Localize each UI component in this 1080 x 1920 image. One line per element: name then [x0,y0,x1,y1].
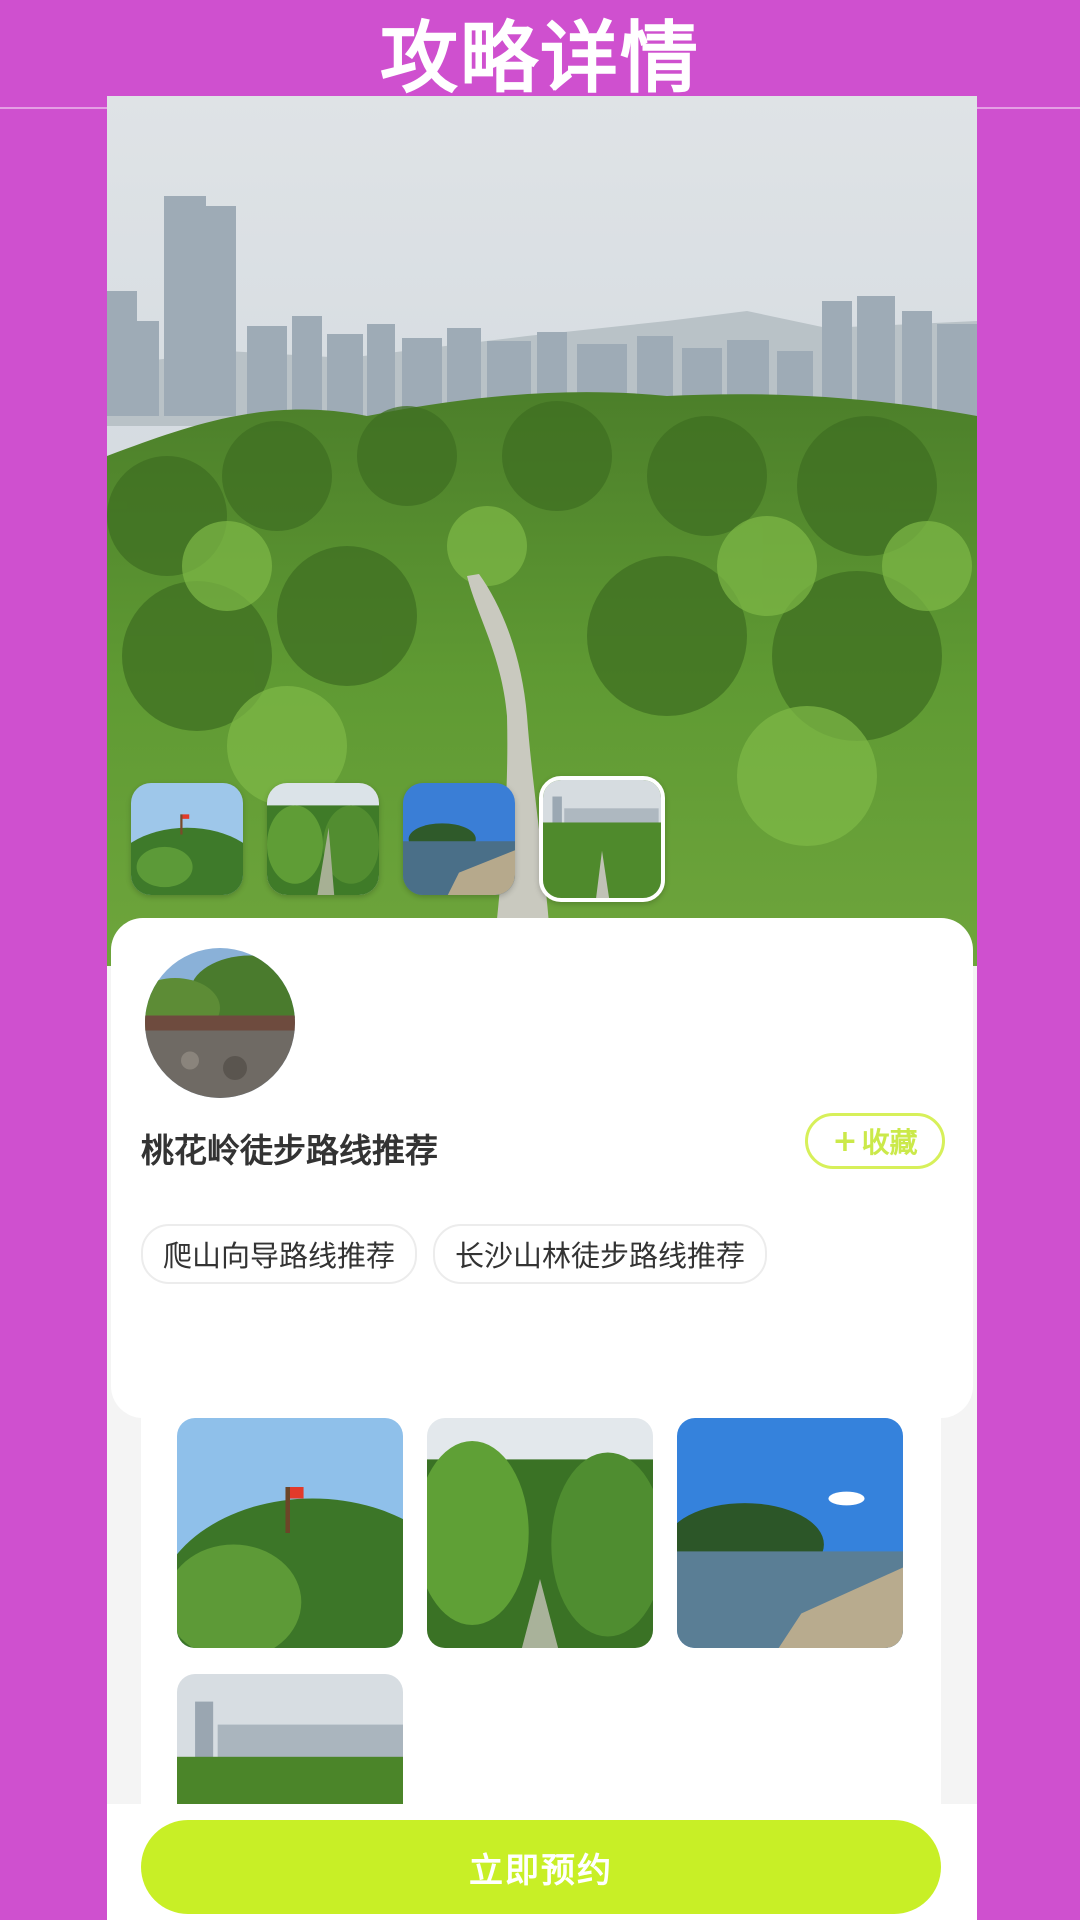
thumbnail-3[interactable] [403,783,515,895]
gallery-image-2[interactable] [427,1418,653,1648]
hero-image[interactable] [107,96,977,966]
route-title: 桃花岭徒步路线推荐 [141,1131,438,1170]
thumbnail-strip [131,776,665,902]
book-now-button[interactable]: 立即预约 [141,1820,941,1914]
thumbnail-4-active[interactable] [539,776,665,902]
phone-screen: 桃花岭徒步路线推荐 + 收藏 爬山向导路线推荐 长沙山林徒步路线推荐 立即预约 [107,96,977,1920]
tag-chip[interactable]: 爬山向导路线推荐 [141,1224,418,1284]
thumbnail-1[interactable] [131,783,243,895]
route-info-card: 桃花岭徒步路线推荐 + 收藏 爬山向导路线推荐 长沙山林徒步路线推荐 [111,918,973,1418]
tag-chip[interactable]: 长沙山林徒步路线推荐 [433,1224,768,1284]
thumbnail-2[interactable] [267,783,379,895]
gallery-image-1[interactable] [177,1418,403,1648]
bottom-bar: 立即预约 [107,1804,977,1920]
page-title: 攻略详情 [379,14,700,104]
plus-icon: + [832,1123,858,1159]
collect-label: 收藏 [861,1126,918,1159]
gallery-image-3[interactable] [677,1418,903,1648]
avatar[interactable] [145,948,295,1098]
tag-list: 爬山向导路线推荐 长沙山林徒步路线推荐 [141,1224,768,1284]
collect-button[interactable]: + 收藏 [805,1113,945,1169]
